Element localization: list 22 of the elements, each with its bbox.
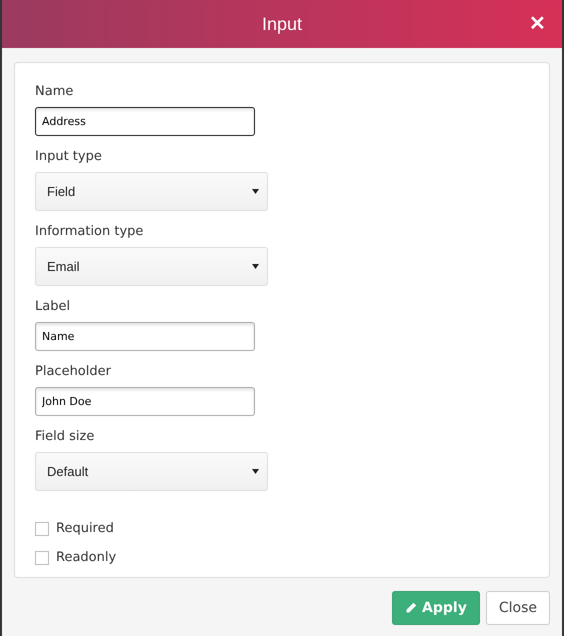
pencil-icon xyxy=(405,602,418,614)
field-label: Information type xyxy=(35,223,144,241)
field-label: Name xyxy=(35,83,74,101)
caret-icon xyxy=(252,189,259,194)
text-field[interactable]: Address xyxy=(35,107,255,136)
field-label: Field size xyxy=(35,428,96,446)
checkbox[interactable] xyxy=(35,550,49,564)
dropdown[interactable]: Email xyxy=(35,247,268,286)
field-label: Placeholder xyxy=(35,363,112,381)
field-label: Input type xyxy=(35,148,103,166)
checkbox[interactable] xyxy=(35,522,49,536)
checkbox-label: Readonly xyxy=(56,549,116,567)
close-button[interactable]: ✕ xyxy=(525,10,550,38)
text-field[interactable]: Name xyxy=(35,322,255,351)
checkbox-label: Required xyxy=(56,520,114,538)
caret-icon xyxy=(252,469,259,474)
dialog-title: Input xyxy=(262,14,302,34)
close-button[interactable]: Close xyxy=(486,591,550,625)
dropdown[interactable]: Default xyxy=(35,452,268,491)
dropdown[interactable]: Field xyxy=(35,172,268,211)
caret-icon xyxy=(252,264,259,269)
field-label: Label xyxy=(35,298,72,316)
